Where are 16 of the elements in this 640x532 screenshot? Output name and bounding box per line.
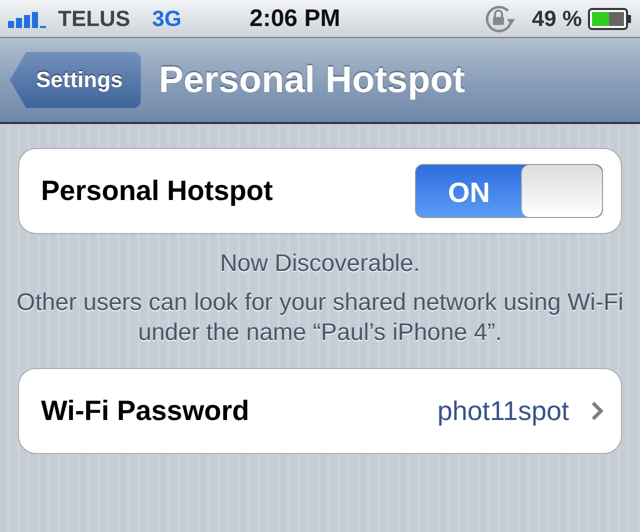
- description-text: Other users can look for your shared network using Wi-Fi under the name “Paul’s iPhone 4”.: [16, 288, 624, 348]
- back-button[interactable]: Settings: [10, 52, 141, 108]
- password-row[interactable]: Wi-Fi Password phot11spot: [18, 368, 622, 454]
- battery-percent: 49 %: [532, 6, 582, 32]
- carrier-name: TELUS: [58, 6, 130, 32]
- rotation-lock-icon: [484, 4, 516, 34]
- password-value: phot11spot: [437, 396, 569, 426]
- clock: 2:06 PM: [249, 4, 342, 32]
- chevron-icon: [591, 401, 603, 421]
- setting-label: Wi-Fi Password: [41, 395, 250, 427]
- setting-label: Personal Hotspot: [41, 175, 274, 207]
- battery-icon: [588, 8, 632, 30]
- toggle-switch[interactable]: ON: [415, 164, 603, 218]
- status-text: Now Discoverable.: [220, 250, 420, 278]
- page-title: Personal Hotspot: [158, 59, 466, 101]
- network-type: 3G: [152, 6, 182, 32]
